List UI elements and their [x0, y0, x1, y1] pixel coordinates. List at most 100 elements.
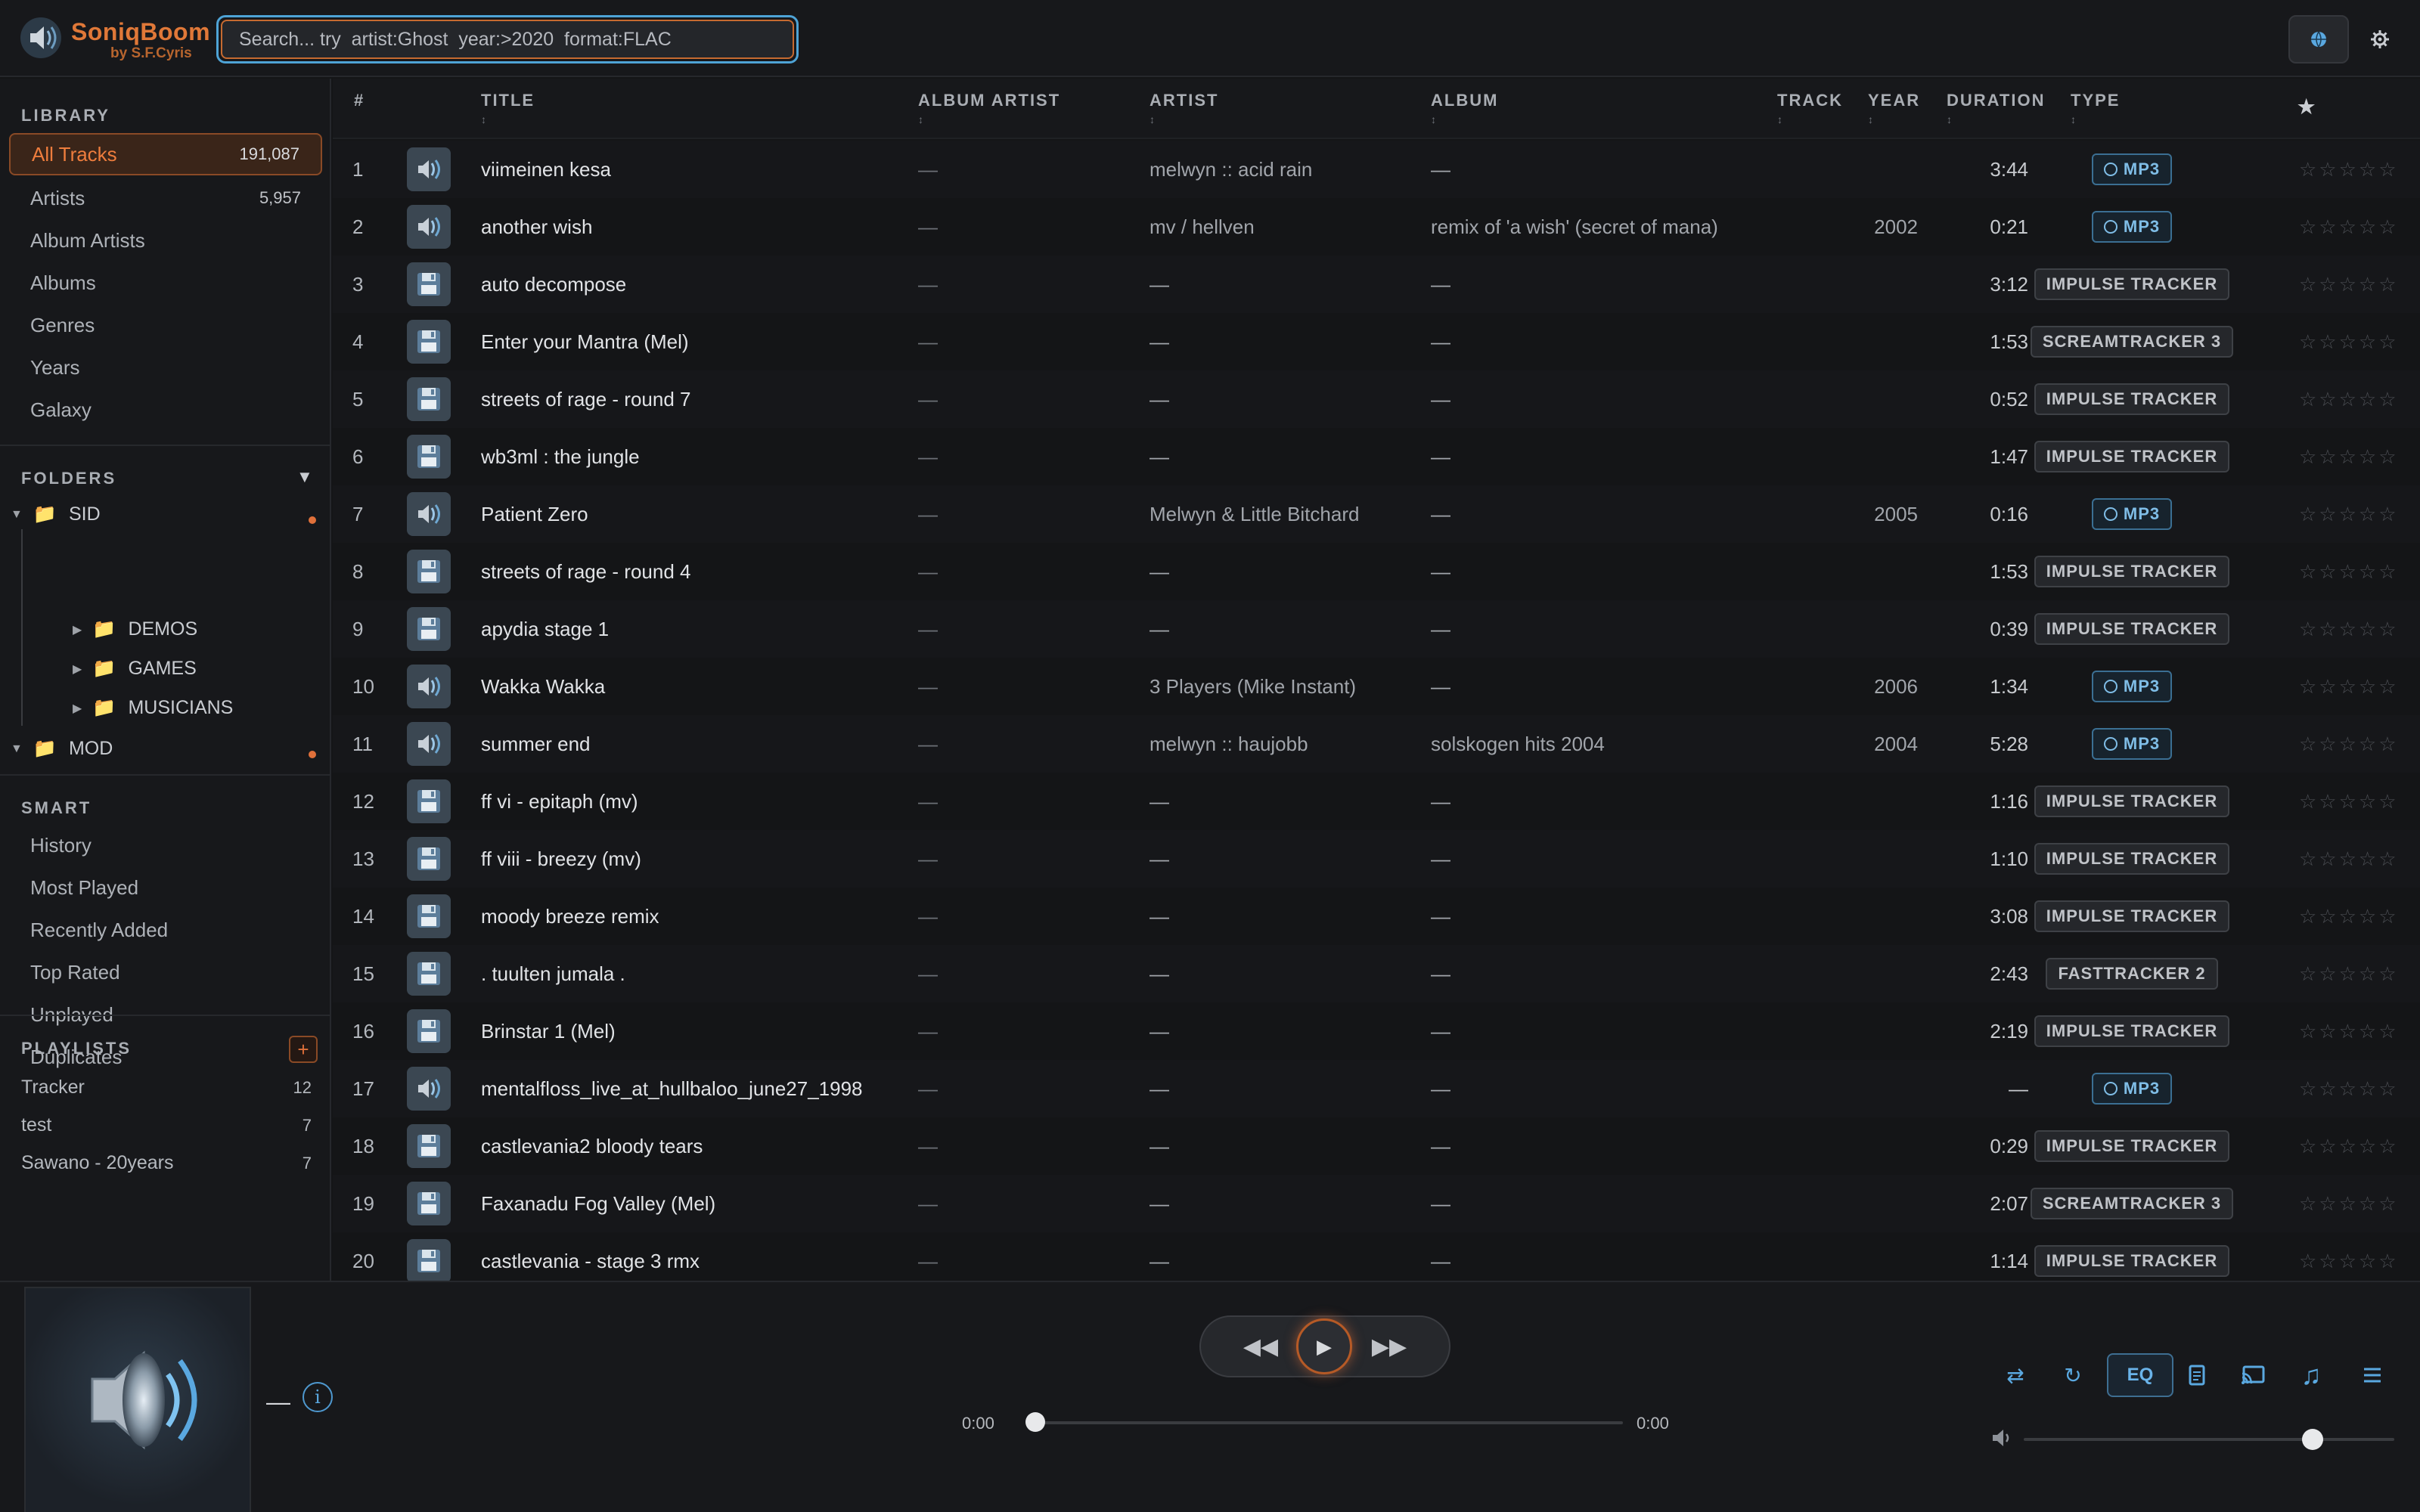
- table-row[interactable]: 20 castlevania - stage 3 rmx — — — 1:14 IMPULS…: [333, 1232, 2420, 1281]
- rating-stars[interactable]: ☆☆☆☆☆: [2299, 313, 2399, 370]
- sidebar-item-genres[interactable]: Genres: [9, 304, 322, 346]
- playlist-item-test[interactable]: test 7: [21, 1114, 312, 1136]
- track-album[interactable]: —: [1431, 485, 1450, 543]
- table-row[interactable]: 5 streets of rage - round 7 — — — 0:52 IMPULSE…: [333, 370, 2420, 428]
- track-album[interactable]: —: [1431, 428, 1450, 485]
- track-title[interactable]: moody breeze remix: [481, 888, 659, 945]
- expand-down-icon[interactable]: ▼: [11, 742, 23, 756]
- table-row[interactable]: 2 another wish — mv / hellven remix of 'a wi…: [333, 198, 2420, 256]
- track-artist[interactable]: —: [1150, 370, 1169, 428]
- track-album[interactable]: —: [1431, 830, 1450, 888]
- sidebar-item-most-played[interactable]: Most Played: [9, 866, 322, 909]
- track-artist[interactable]: —: [1150, 600, 1169, 658]
- expand-right-icon[interactable]: ▶: [73, 622, 82, 637]
- table-row[interactable]: 13 ff viii - breezy (mv) — — — 1:10 IMPULSE TR…: [333, 830, 2420, 888]
- column-header-title[interactable]: TITLE: [481, 91, 535, 110]
- table-row[interactable]: 12 ff vi - epitaph (mv) — — — 1:16 IMPULSE TRA…: [333, 773, 2420, 830]
- track-album[interactable]: —: [1431, 313, 1450, 370]
- sidebar-item-history[interactable]: History: [9, 824, 322, 866]
- column-header-year[interactable]: YEAR: [1868, 91, 1920, 110]
- table-row[interactable]: 15 . tuulten jumala . — — — 2:43 FASTTRACKER 2…: [333, 945, 2420, 1002]
- expand-down-icon[interactable]: ▼: [11, 508, 23, 522]
- queue-icon[interactable]: [2353, 1353, 2391, 1397]
- track-artist[interactable]: —: [1150, 945, 1169, 1002]
- track-artist[interactable]: —: [1150, 1002, 1169, 1060]
- sidebar-item-album-artists[interactable]: Album Artists: [9, 219, 322, 262]
- lyrics-icon[interactable]: [2178, 1353, 2216, 1397]
- rating-stars[interactable]: ☆☆☆☆☆: [2299, 1002, 2399, 1060]
- table-row[interactable]: 1 viimeinen kesa — melwyn :: acid rain — 3:44…: [333, 141, 2420, 198]
- seek-handle[interactable]: [1025, 1412, 1045, 1432]
- volume-slider[interactable]: [2024, 1438, 2394, 1441]
- info-button[interactable]: i: [302, 1382, 333, 1412]
- track-album[interactable]: solskogen hits 2004: [1431, 715, 1605, 773]
- track-title[interactable]: another wish: [481, 198, 592, 256]
- track-album[interactable]: —: [1431, 888, 1450, 945]
- column-header-artist[interactable]: ARTIST: [1150, 91, 1218, 110]
- sidebar-item-artists[interactable]: Artists 5,957: [9, 177, 322, 219]
- track-title[interactable]: Wakka Wakka: [481, 658, 605, 715]
- column-header-track[interactable]: TRACK: [1777, 91, 1843, 110]
- sort-icon[interactable]: ↕: [1868, 113, 1873, 125]
- track-artist[interactable]: 3 Players (Mike Instant): [1150, 658, 1356, 715]
- folder-musicians[interactable]: ▶ 📁 MUSICIANS: [73, 697, 233, 719]
- sidebar-item-galaxy[interactable]: Galaxy: [9, 389, 322, 431]
- track-album[interactable]: —: [1431, 1117, 1450, 1175]
- rating-stars[interactable]: ☆☆☆☆☆: [2299, 658, 2399, 715]
- track-album[interactable]: —: [1431, 1232, 1450, 1281]
- track-artist[interactable]: —: [1150, 543, 1169, 600]
- track-album[interactable]: —: [1431, 658, 1450, 715]
- track-album[interactable]: —: [1431, 600, 1450, 658]
- table-row[interactable]: 7 Patient Zero — Melwyn & Little Bitchard — 2…: [333, 485, 2420, 543]
- track-artist[interactable]: melwyn :: haujobb: [1150, 715, 1308, 773]
- track-album[interactable]: —: [1431, 543, 1450, 600]
- settings-button[interactable]: [2361, 23, 2399, 56]
- folder-demos[interactable]: ▶ 📁 DEMOS: [73, 618, 197, 640]
- add-playlist-button[interactable]: +: [289, 1036, 318, 1063]
- expand-right-icon[interactable]: ▶: [73, 701, 82, 716]
- sort-icon[interactable]: ↕: [1777, 113, 1782, 125]
- track-artist[interactable]: melwyn :: acid rain: [1150, 141, 1312, 198]
- rating-stars[interactable]: ☆☆☆☆☆: [2299, 428, 2399, 485]
- seek-bar[interactable]: [1033, 1421, 1623, 1424]
- folders-collapse-icon[interactable]: ▼: [296, 467, 313, 487]
- sort-icon[interactable]: ↕: [1150, 113, 1155, 125]
- sidebar-item-years[interactable]: Years: [9, 346, 322, 389]
- track-album[interactable]: —: [1431, 1175, 1450, 1232]
- rating-stars[interactable]: ☆☆☆☆☆: [2299, 715, 2399, 773]
- sidebar-item-all-tracks[interactable]: All Tracks 191,087: [9, 133, 322, 175]
- table-row[interactable]: 16 Brinstar 1 (Mel) — — — 2:19 IMPULSE TRACKER…: [333, 1002, 2420, 1060]
- track-artist[interactable]: Melwyn & Little Bitchard: [1150, 485, 1359, 543]
- column-header-rating[interactable]: ★: [2297, 95, 2316, 119]
- track-title[interactable]: Faxanadu Fog Valley (Mel): [481, 1175, 715, 1232]
- track-title[interactable]: Patient Zero: [481, 485, 588, 543]
- column-header-album[interactable]: ALBUM: [1431, 91, 1498, 110]
- track-title[interactable]: summer end: [481, 715, 591, 773]
- table-row[interactable]: 18 castlevania2 bloody tears — — — 0:29 IMPULS…: [333, 1117, 2420, 1175]
- volume-handle[interactable]: [2302, 1429, 2324, 1450]
- sidebar-item-recently-added[interactable]: Recently Added: [9, 909, 322, 951]
- sort-icon[interactable]: ↕: [1947, 113, 1952, 125]
- track-album[interactable]: —: [1431, 1002, 1450, 1060]
- rating-stars[interactable]: ☆☆☆☆☆: [2299, 1117, 2399, 1175]
- track-album[interactable]: —: [1431, 256, 1450, 313]
- track-title[interactable]: mentalfloss_live_at_hullbaloo_june27_199…: [481, 1060, 863, 1117]
- rating-stars[interactable]: ☆☆☆☆☆: [2299, 773, 2399, 830]
- track-artist[interactable]: —: [1150, 830, 1169, 888]
- album-art[interactable]: [24, 1287, 251, 1512]
- rating-stars[interactable]: ☆☆☆☆☆: [2299, 485, 2399, 543]
- track-artist[interactable]: —: [1150, 1232, 1169, 1281]
- track-album[interactable]: —: [1431, 945, 1450, 1002]
- rating-stars[interactable]: ☆☆☆☆☆: [2299, 888, 2399, 945]
- track-artist[interactable]: —: [1150, 1175, 1169, 1232]
- rating-stars[interactable]: ☆☆☆☆☆: [2299, 256, 2399, 313]
- playlist-item-sawano[interactable]: Sawano - 20years 7: [21, 1152, 312, 1174]
- track-artist[interactable]: mv / hellven: [1150, 198, 1255, 256]
- next-icon[interactable]: ▶▶: [1363, 1317, 1416, 1376]
- folder-sid[interactable]: ▼ 📁 SID: [11, 503, 101, 525]
- track-title[interactable]: auto decompose: [481, 256, 626, 313]
- table-row[interactable]: 9 apydia stage 1 — — — 0:39 IMPULSE TRACKER ☆☆☆…: [333, 600, 2420, 658]
- track-title[interactable]: apydia stage 1: [481, 600, 609, 658]
- table-row[interactable]: 10 Wakka Wakka — 3 Players (Mike Instant) — 2…: [333, 658, 2420, 715]
- track-artist[interactable]: —: [1150, 1060, 1169, 1117]
